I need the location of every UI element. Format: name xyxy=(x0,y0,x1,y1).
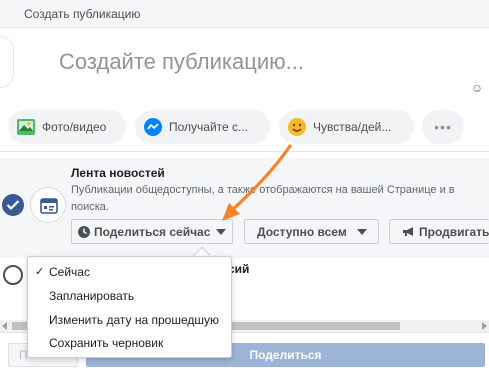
emoji-icon xyxy=(288,118,306,136)
smile-icon[interactable]: ☺ xyxy=(470,81,484,95)
audience-label: Доступно всем xyxy=(257,224,347,239)
messenger-button[interactable]: Получайте с... xyxy=(135,110,270,144)
clock-icon xyxy=(78,225,90,238)
scroll-right-icon[interactable] xyxy=(482,322,487,330)
megaphone-icon xyxy=(403,227,413,236)
avatar xyxy=(0,36,14,88)
promote-label: Продвигать xyxy=(419,224,489,239)
dialog-header: Создать публикацию xyxy=(0,0,489,28)
more-icon: ••• xyxy=(434,119,452,135)
feeling-activity-button[interactable]: Чувства/дей... xyxy=(279,110,414,144)
post-label: Поделиться xyxy=(249,348,322,362)
scroll-left-icon[interactable] xyxy=(2,322,7,330)
news-feed-description-cont: поиска. xyxy=(71,201,109,213)
menu-item-now[interactable]: ✓ Сейчас xyxy=(28,261,231,283)
composer-input[interactable]: Создайте публикацию... xyxy=(59,49,304,75)
composer-area[interactable]: Создайте публикацию... ☺ xyxy=(0,28,489,102)
messenger-label: Получайте с... xyxy=(169,120,249,134)
menu-item-schedule[interactable]: Запланировать xyxy=(28,285,231,307)
photo-video-label: Фото/видео xyxy=(42,120,107,134)
more-button[interactable]: ••• xyxy=(422,110,464,144)
chevron-down-icon xyxy=(356,228,367,235)
chevron-down-icon xyxy=(216,228,227,235)
checkmark-icon: ✓ xyxy=(35,266,45,278)
menu-item-label: Сохранить черновик xyxy=(49,336,164,350)
dialog-title: Создать публикацию xyxy=(24,7,141,21)
feeling-activity-label: Чувства/дей... xyxy=(313,120,392,134)
news-feed-checkbox[interactable] xyxy=(2,194,24,216)
share-now-dropdown-button[interactable]: Поделиться сейчас xyxy=(71,219,233,244)
news-feed-title: Лента новостей xyxy=(71,166,165,180)
menu-item-backdate[interactable]: Изменить дату на прошедшую xyxy=(28,309,231,331)
share-timing-menu: ✓ Сейчас Запланировать Изменить дату на … xyxy=(27,256,232,358)
check-icon xyxy=(6,200,20,211)
messenger-icon xyxy=(144,118,162,136)
share-now-label: Поделиться сейчас xyxy=(94,224,211,239)
menu-item-label: Сейчас xyxy=(49,265,90,279)
stories-radio[interactable] xyxy=(3,265,23,285)
news-feed-description: Публикации общедоступны, а также отображ… xyxy=(71,184,455,196)
menu-item-label: Запланировать xyxy=(49,289,135,303)
menu-item-label: Изменить дату на прошедшую xyxy=(49,313,219,327)
menu-item-save-draft[interactable]: Сохранить черновик xyxy=(28,332,231,354)
photo-video-button[interactable]: Фото/видео xyxy=(8,110,126,144)
photo-icon xyxy=(17,119,35,135)
attachment-chips: Фото/видео Получайте с... Чувства/дей...… xyxy=(0,102,489,152)
audience-dropdown-button[interactable]: Доступно всем xyxy=(244,219,379,244)
news-feed-icon xyxy=(30,187,66,223)
promote-button[interactable]: Продвигать xyxy=(389,219,489,244)
